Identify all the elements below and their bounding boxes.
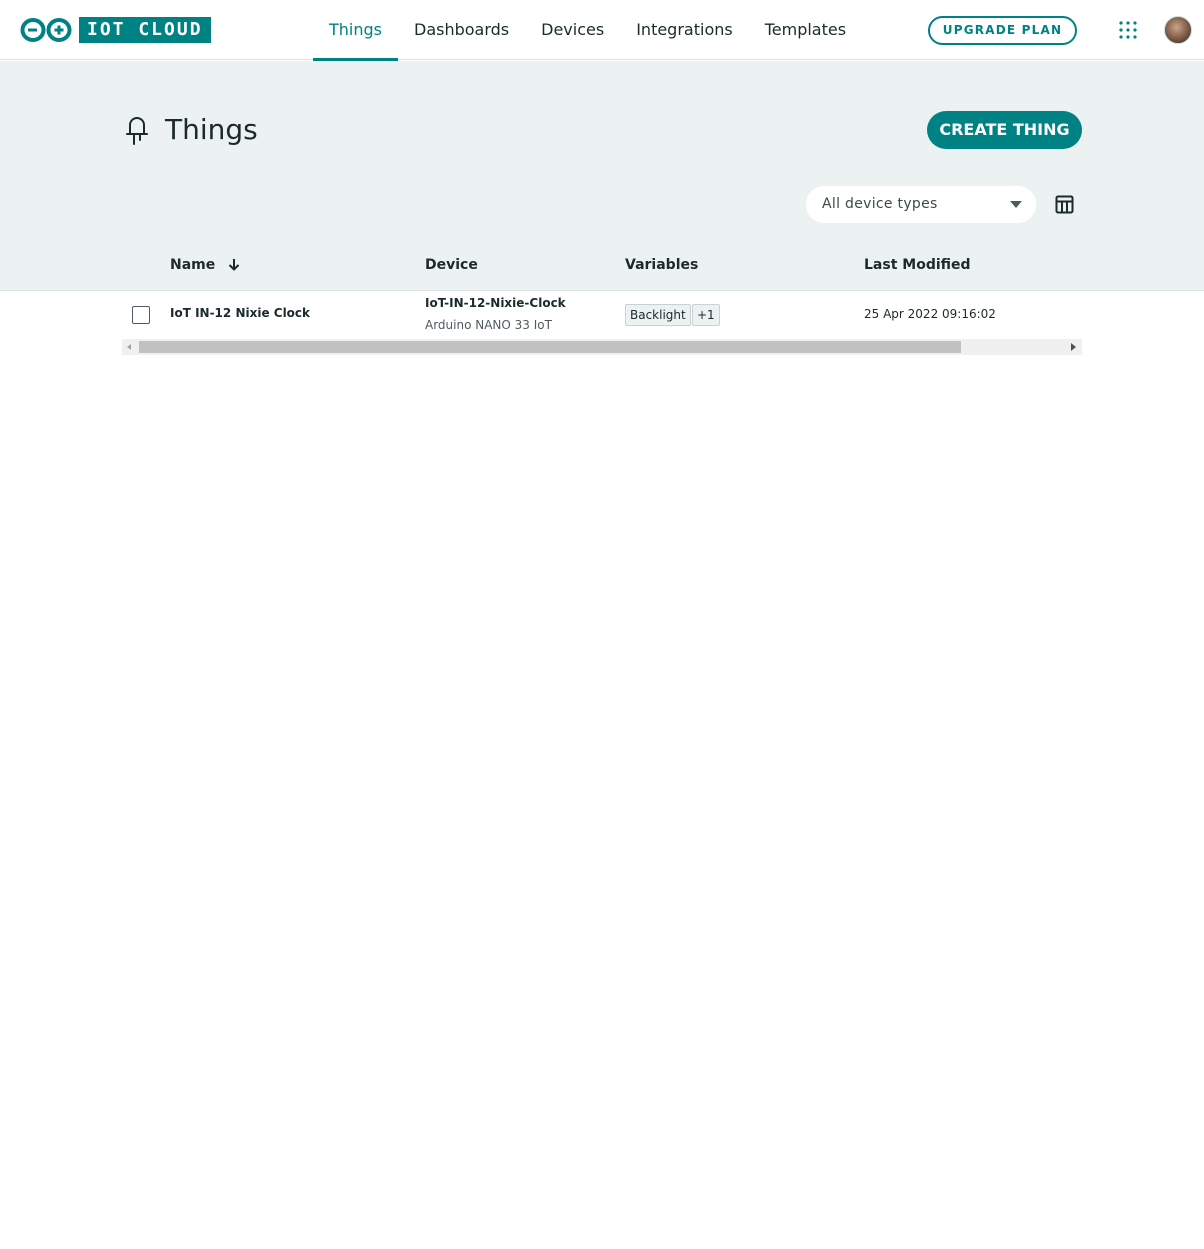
- top-navigation-bar: IOT CLOUD Things Dashboards Devices Inte…: [0, 0, 1204, 61]
- thing-name[interactable]: IoT IN-12 Nixie Clock: [170, 306, 310, 320]
- column-header-variables[interactable]: Variables: [625, 257, 698, 273]
- upgrade-plan-button[interactable]: UPGRADE PLAN: [928, 16, 1077, 45]
- column-header-last-modified[interactable]: Last Modified: [864, 257, 971, 273]
- page-title-group: Things: [125, 113, 258, 146]
- table-columns-icon[interactable]: [1055, 195, 1074, 214]
- table-row[interactable]: IoT IN-12 Nixie Clock IoT-IN-12-Nixie-Cl…: [122, 292, 1082, 339]
- last-modified-date: 25 Apr 2022 09:16:02: [864, 307, 996, 321]
- scroll-left-arrow-icon[interactable]: [127, 344, 131, 350]
- user-avatar[interactable]: [1164, 16, 1192, 44]
- nav-tab-things[interactable]: Things: [313, 0, 398, 61]
- page-header: Things CREATE THING All device types Nam…: [0, 61, 1204, 291]
- thing-icon: [125, 115, 149, 145]
- caret-down-icon: [1010, 201, 1022, 208]
- nav-tab-templates[interactable]: Templates: [749, 0, 862, 60]
- arrow-down-icon: [228, 258, 240, 275]
- device-name[interactable]: IoT-IN-12-Nixie-Clock: [425, 296, 566, 310]
- more-variables-chip[interactable]: +1: [692, 304, 720, 326]
- row-checkbox[interactable]: [132, 306, 150, 324]
- horizontal-scrollbar[interactable]: [122, 339, 1082, 355]
- column-header-name-label: Name: [170, 257, 216, 273]
- device-type-filter-value: All device types: [822, 196, 938, 212]
- arduino-iot-cloud-logo[interactable]: IOT CLOUD: [20, 17, 211, 43]
- page-title: Things: [165, 113, 258, 146]
- device-type-filter[interactable]: All device types: [806, 186, 1036, 223]
- column-header-name[interactable]: Name: [170, 257, 240, 275]
- scroll-right-arrow-icon[interactable]: [1071, 343, 1076, 351]
- nav-tab-dashboards[interactable]: Dashboards: [398, 0, 525, 60]
- arduino-infinity-icon: [20, 17, 72, 43]
- device-type: Arduino NANO 33 IoT: [425, 318, 552, 332]
- variable-chip: Backlight: [625, 304, 691, 326]
- grid-dots-icon[interactable]: [1118, 21, 1138, 39]
- main-nav: Things Dashboards Devices Integrations T…: [313, 0, 862, 61]
- scrollbar-thumb[interactable]: [139, 341, 961, 353]
- nav-tab-integrations[interactable]: Integrations: [620, 0, 749, 60]
- create-thing-button[interactable]: CREATE THING: [927, 111, 1082, 149]
- nav-tab-devices[interactable]: Devices: [525, 0, 620, 60]
- logo-text: IOT CLOUD: [79, 17, 211, 43]
- column-header-device[interactable]: Device: [425, 257, 478, 273]
